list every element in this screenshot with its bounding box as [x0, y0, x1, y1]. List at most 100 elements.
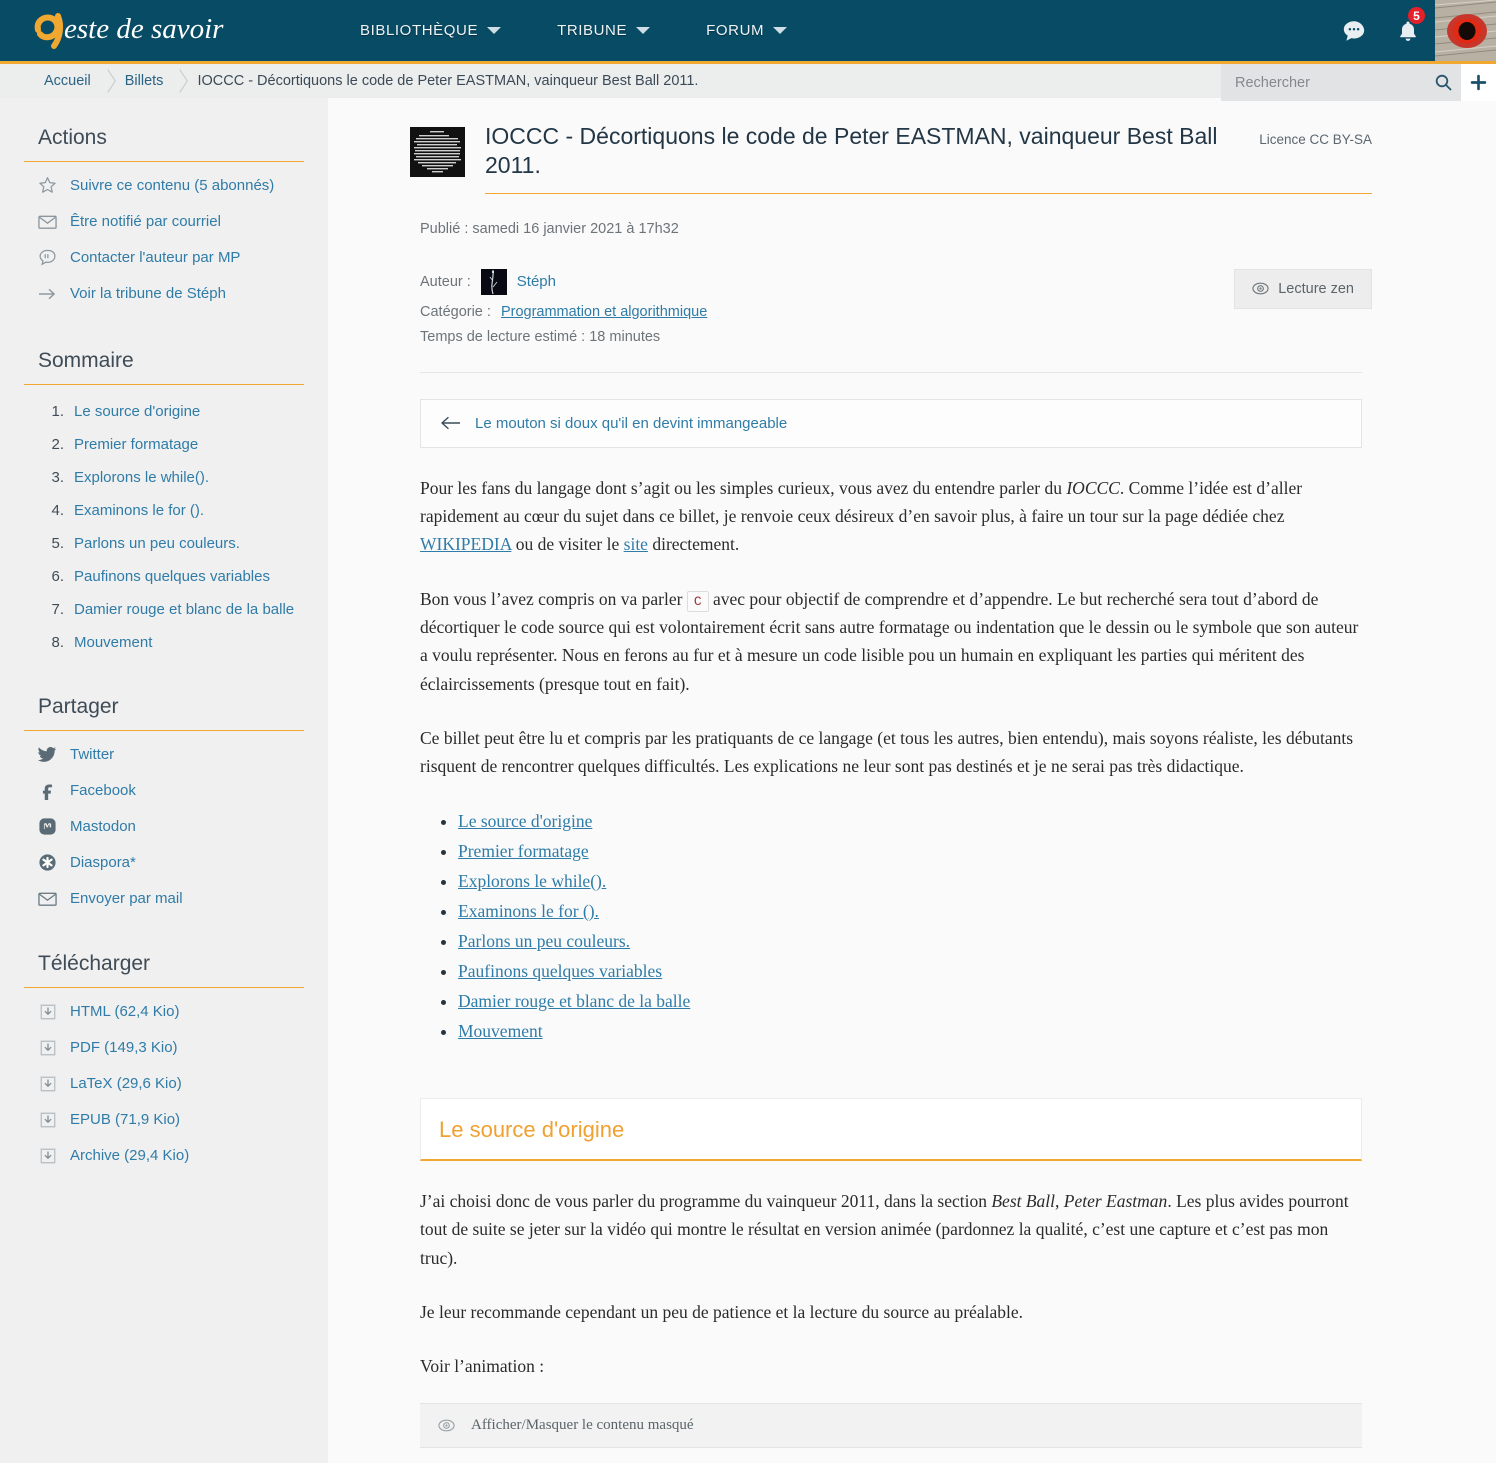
toc-number: 4. — [51, 502, 64, 519]
paragraph-section1-intro: J’ai choisi donc de vous parler du progr… — [420, 1187, 1362, 1272]
avatar-image — [480, 268, 507, 295]
toc-link[interactable]: Le source d'origine — [458, 811, 592, 831]
paragraph-section1-advice: Je leur recommande cependant un peu de p… — [420, 1302, 1023, 1322]
author-name[interactable]: Stéph — [517, 273, 556, 290]
share-item-twitter[interactable]: Twitter — [38, 745, 304, 764]
sidebar-section-download: Télécharger HTML (62,4 Kio) PDF (149,3 K… — [0, 946, 328, 1165]
sidebar-item-label: Voir la tribune de Stéph — [70, 285, 226, 302]
search-icon — [1435, 74, 1452, 91]
spoiler-label: Afficher/Masquer le contenu masqué — [471, 1416, 694, 1433]
toc-item[interactable]: 4. Examinons le for (). — [46, 502, 304, 519]
chevron-down-icon — [487, 27, 502, 34]
download-label: HTML (62,4 Kio) — [70, 1003, 180, 1020]
breadcrumb-item-current: IOCCC - Décortiquons le code de Peter EA… — [197, 73, 699, 89]
spoiler-toggle[interactable]: Afficher/Masquer le contenu masqué — [420, 1402, 1362, 1448]
speech-bubble-icon — [38, 248, 57, 267]
category-label: Catégorie : — [420, 303, 491, 320]
toc-link[interactable]: Mouvement — [458, 1021, 543, 1041]
new-content-button[interactable] — [1461, 64, 1496, 101]
toc-number: 8. — [51, 634, 64, 651]
search-input[interactable] — [1221, 64, 1426, 101]
sidebar-item-contact-author[interactable]: Contacter l'auteur par MP — [38, 248, 304, 267]
toc-label: Explorons le while(). — [74, 469, 210, 486]
share-item-mastodon[interactable]: Mastodon — [38, 817, 304, 836]
toc-link[interactable]: Parlons un peu couleurs. — [458, 931, 630, 951]
sidebar-section-share: Partager Twitter Facebook Mastodon Diasp… — [0, 689, 328, 908]
previous-article-link[interactable]: Le mouton si doux qu'il en devint immang… — [420, 398, 1362, 448]
arrow-right-icon — [38, 284, 57, 303]
nav-item-tribune[interactable]: TRIBUNE — [557, 22, 651, 39]
arrow-left-icon — [441, 416, 460, 430]
list-item: Le source d'origine — [458, 807, 1362, 836]
zen-button-label: Lecture zen — [1278, 280, 1354, 297]
mastodon-icon — [38, 817, 57, 836]
share-label: Diaspora* — [70, 854, 136, 871]
download-icon — [38, 1110, 57, 1129]
share-label: Twitter — [70, 746, 115, 763]
site-logo[interactable]: este de savoir — [0, 0, 340, 61]
share-item-email[interactable]: Envoyer par mail — [38, 889, 304, 908]
main-content: IOCCC - Décortiquons le code de Peter EA… — [328, 98, 1496, 1463]
download-item-epub[interactable]: EPUB (71,9 Kio) — [38, 1110, 304, 1129]
zeste-de-savoir-logo-icon: este de savoir — [34, 12, 224, 49]
download-item-pdf[interactable]: PDF (149,3 Kio) — [38, 1038, 304, 1057]
main-menu: BIBLIOTHÈQUE TRIBUNE FORUM — [360, 22, 788, 39]
paragraph-objective: Bon vous l’avez compris on va parler C a… — [420, 585, 1362, 698]
sidebar-item-follow[interactable]: Suivre ce contenu (5 abonnés) — [38, 176, 304, 195]
toc-item[interactable]: 5. Parlons un peu couleurs. — [46, 535, 304, 552]
toc-number: 7. — [51, 601, 64, 618]
toc-item[interactable]: 6. Paufinons quelques variables — [46, 568, 304, 585]
toc-item[interactable]: 2. Premier formatage — [46, 436, 304, 453]
category-row: Catégorie : Programmation et algorithmiq… — [420, 304, 1234, 320]
emphasis-best-ball: Best Ball — [991, 1190, 1056, 1211]
chat-bubble-icon — [1343, 20, 1365, 41]
toc-link[interactable]: Damier rouge et blanc de la balle — [458, 991, 690, 1011]
breadcrumb-item-billets[interactable]: Billets — [111, 73, 178, 89]
download-item-latex[interactable]: LaTeX (29,6 Kio) — [38, 1074, 304, 1093]
toc-number: 6. — [51, 568, 64, 585]
page-title: IOCCC - Décortiquons le code de Peter EA… — [485, 123, 1218, 178]
breadcrumb-item-home[interactable]: Accueil — [30, 73, 105, 89]
toc-link[interactable]: Premier formatage — [458, 841, 589, 861]
share-label: Envoyer par mail — [70, 890, 183, 907]
nav-item-label: BIBLIOTHÈQUE — [360, 22, 479, 39]
section-heading-source-origine: Le source d'origine — [420, 1097, 1362, 1161]
article-metadata: Auteur : Stéph Catégorie : Programmation… — [420, 268, 1372, 354]
list-item: Mouvement — [458, 1017, 1362, 1046]
download-item-archive[interactable]: Archive (29,4 Kio) — [38, 1146, 304, 1165]
toc-item[interactable]: 1. Le source d'origine — [46, 403, 304, 420]
article: IOCCC - Décortiquons le code de Peter EA… — [410, 98, 1372, 1463]
download-icon — [38, 1074, 57, 1093]
sidebar-item-view-tribune[interactable]: Voir la tribune de Stéph — [38, 284, 304, 303]
search-submit-button[interactable] — [1426, 64, 1461, 101]
sidebar-item-email-notify[interactable]: Être notifié par courriel — [38, 212, 304, 231]
user-avatar[interactable] — [1435, 0, 1496, 61]
toc-label: Examinons le for (). — [74, 502, 205, 519]
nav-item-bibliotheque[interactable]: BIBLIOTHÈQUE — [360, 22, 502, 39]
zen-reading-button[interactable]: Lecture zen — [1234, 268, 1372, 309]
site-link[interactable]: site — [624, 534, 648, 554]
sidebar-share-list: Twitter Facebook Mastodon Diaspora* Envo… — [24, 739, 304, 908]
toc-item[interactable]: 7. Damier rouge et blanc de la balle — [46, 601, 304, 618]
nav-item-label: TRIBUNE — [557, 22, 628, 39]
toc-link[interactable]: Paufinons quelques variables — [458, 961, 662, 981]
nav-item-forum[interactable]: FORUM — [706, 22, 788, 39]
messages-button[interactable] — [1327, 0, 1381, 61]
notification-badge: 5 — [1407, 6, 1426, 25]
sidebar-item-label: Suivre ce contenu (5 abonnés) — [70, 177, 275, 194]
sidebar-actions-title: Actions — [24, 120, 304, 162]
article-thumbnail — [410, 127, 465, 177]
list-item: Examinons le for (). — [458, 897, 1362, 926]
notifications-button[interactable]: 5 — [1381, 0, 1435, 61]
toc-link[interactable]: Explorons le while(). — [458, 871, 606, 891]
wikipedia-link[interactable]: WIKIPEDIA — [420, 534, 511, 554]
toc-item[interactable]: 8. Mouvement — [46, 634, 304, 651]
toc-link[interactable]: Examinons le for (). — [458, 901, 599, 921]
chevron-down-icon — [773, 27, 788, 34]
share-item-facebook[interactable]: Facebook — [38, 781, 304, 800]
download-item-html[interactable]: HTML (62,4 Kio) — [38, 1002, 304, 1021]
share-item-diaspora[interactable]: Diaspora* — [38, 853, 304, 872]
author-avatar[interactable] — [480, 268, 507, 295]
category-link[interactable]: Programmation et algorithmique — [501, 304, 707, 320]
toc-item[interactable]: 3. Explorons le while(). — [46, 469, 304, 486]
